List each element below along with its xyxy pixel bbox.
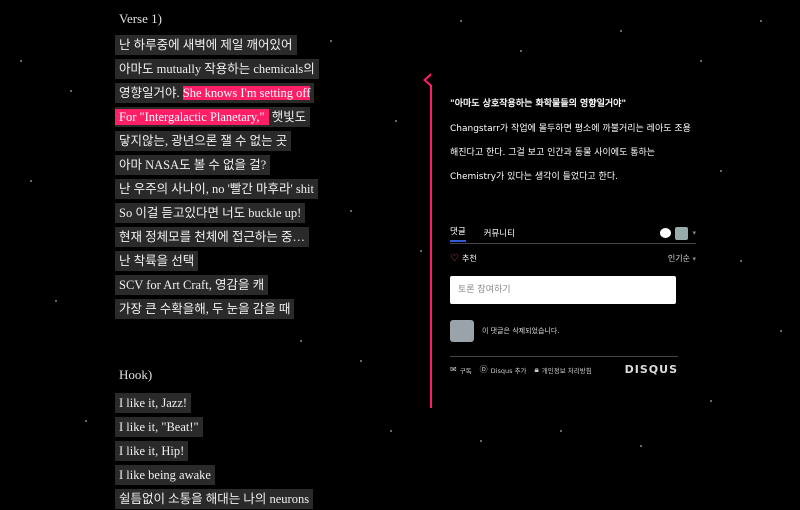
annotation-card: "아마도 상호작용하는 화학물들의 영향일거야" Changstarr가 작업에…	[423, 73, 696, 408]
lyric-line[interactable]: 영향일거야. She knows I'm setting off	[115, 83, 315, 103]
lyric-line[interactable]: 쉴틈없이 소통을 해대는 나의 neurons	[115, 489, 314, 509]
lyric-line[interactable]: 아마 NASA도 볼 수 없을 걸?	[115, 155, 271, 175]
lyric-line[interactable]: I like it, "Beat!"	[115, 417, 203, 437]
add-disqus-link[interactable]: Ⓓ Disqus 추가	[480, 364, 527, 375]
deleted-comment-text: 이 댓글은 삭제되었습니다.	[482, 327, 560, 335]
lyric-line[interactable]: 난 우주의 사나이, no '빨간 마후라' shit	[115, 179, 318, 199]
lyric-line[interactable]: 가장 큰 수확을해, 두 눈을 감을 때	[115, 299, 295, 319]
heart-icon[interactable]: ♡	[450, 253, 459, 264]
disqus-d-icon: Ⓓ	[479, 365, 488, 374]
lock-icon: 🔒︎	[534, 364, 539, 374]
lyric-line[interactable]: SCV for Art Craft, 영감을 캐	[115, 275, 269, 295]
mail-icon: ✉	[450, 365, 457, 374]
footer-divider	[450, 356, 678, 357]
highlighted-annotated-lyric[interactable]: For "Intergalactic Planetary,"	[115, 109, 269, 125]
comment-tabs: 댓글 커뮤니티 ▾	[450, 225, 696, 244]
lyrics-column: Verse 1) 난 하루중에 새벽에 제일 깨어있어 아마도 mutually…	[115, 10, 319, 510]
chevron-down-icon[interactable]: ▾	[692, 229, 696, 237]
recommend-button[interactable]: 추천	[462, 253, 477, 264]
disqus-logo[interactable]: DISQUS	[625, 363, 678, 376]
subscribe-label: 구독	[459, 366, 472, 375]
privacy-link[interactable]: 🔒︎ 개인정보 처리방침	[535, 365, 592, 375]
sort-dropdown[interactable]: 인기순 ▾	[668, 253, 696, 264]
lyric-text: 햇빛도	[268, 110, 307, 124]
lyric-line[interactable]: 아마도 mutually 작용하는 chemicals의	[115, 59, 319, 79]
lyric-line[interactable]: For "Intergalactic Planetary," 햇빛도	[115, 107, 311, 127]
comment-input[interactable]: 토론 참여하기	[450, 276, 676, 304]
tab-comments[interactable]: 댓글	[450, 225, 466, 242]
lyric-text: 영향일거야.	[119, 86, 183, 100]
tab-community[interactable]: 커뮤니티	[484, 227, 515, 239]
tab-divider	[450, 243, 696, 244]
disqus-footer: ✉ 구독 Ⓓ Disqus 추가 🔒︎ 개인정보 처리방침 DISQUS	[450, 363, 678, 376]
verse-label: Verse 1)	[119, 11, 162, 26]
annotation-quote: "아마도 상호작용하는 화학물들의 영향일거야"	[450, 99, 627, 109]
hook-label: Hook)	[119, 367, 153, 382]
annotation-explanation: Changstarr가 작업에 몰두하면 평소에 까불거리는 레아도 조용해진다…	[450, 124, 691, 182]
avatar	[450, 320, 474, 342]
avatar-icon[interactable]	[675, 226, 689, 240]
add-disqus-label: Disqus 추가	[490, 366, 527, 375]
lyric-line[interactable]: I like it, Hip!	[115, 441, 189, 461]
lyric-line[interactable]: 현재 정체모를 천체에 접근하는 중…	[115, 227, 310, 247]
lyric-line[interactable]: I like it, Jazz!	[115, 393, 192, 413]
deleted-comment: 이 댓글은 삭제되었습니다.	[450, 320, 696, 342]
privacy-label: 개인정보 처리방침	[541, 366, 592, 375]
chat-bubble-icon[interactable]	[660, 228, 672, 238]
highlighted-annotated-lyric[interactable]: She knows I'm setting off	[182, 86, 311, 100]
lyric-line[interactable]: 난 착륙을 선택	[115, 251, 199, 271]
lyric-line[interactable]: So 이걸 듣고있다면 너도 buckle up!	[115, 203, 306, 223]
lyric-line[interactable]: 난 하루중에 새벽에 제일 깨어있어	[115, 35, 297, 55]
sort-label: 인기순	[667, 254, 690, 263]
subscribe-link[interactable]: ✉ 구독	[450, 365, 472, 375]
chevron-down-icon: ▾	[692, 255, 696, 263]
lyric-line[interactable]: 닿지않는, 광년으론 잴 수 없는 곳	[115, 131, 292, 151]
lyric-line[interactable]: I like being awake	[115, 465, 215, 485]
